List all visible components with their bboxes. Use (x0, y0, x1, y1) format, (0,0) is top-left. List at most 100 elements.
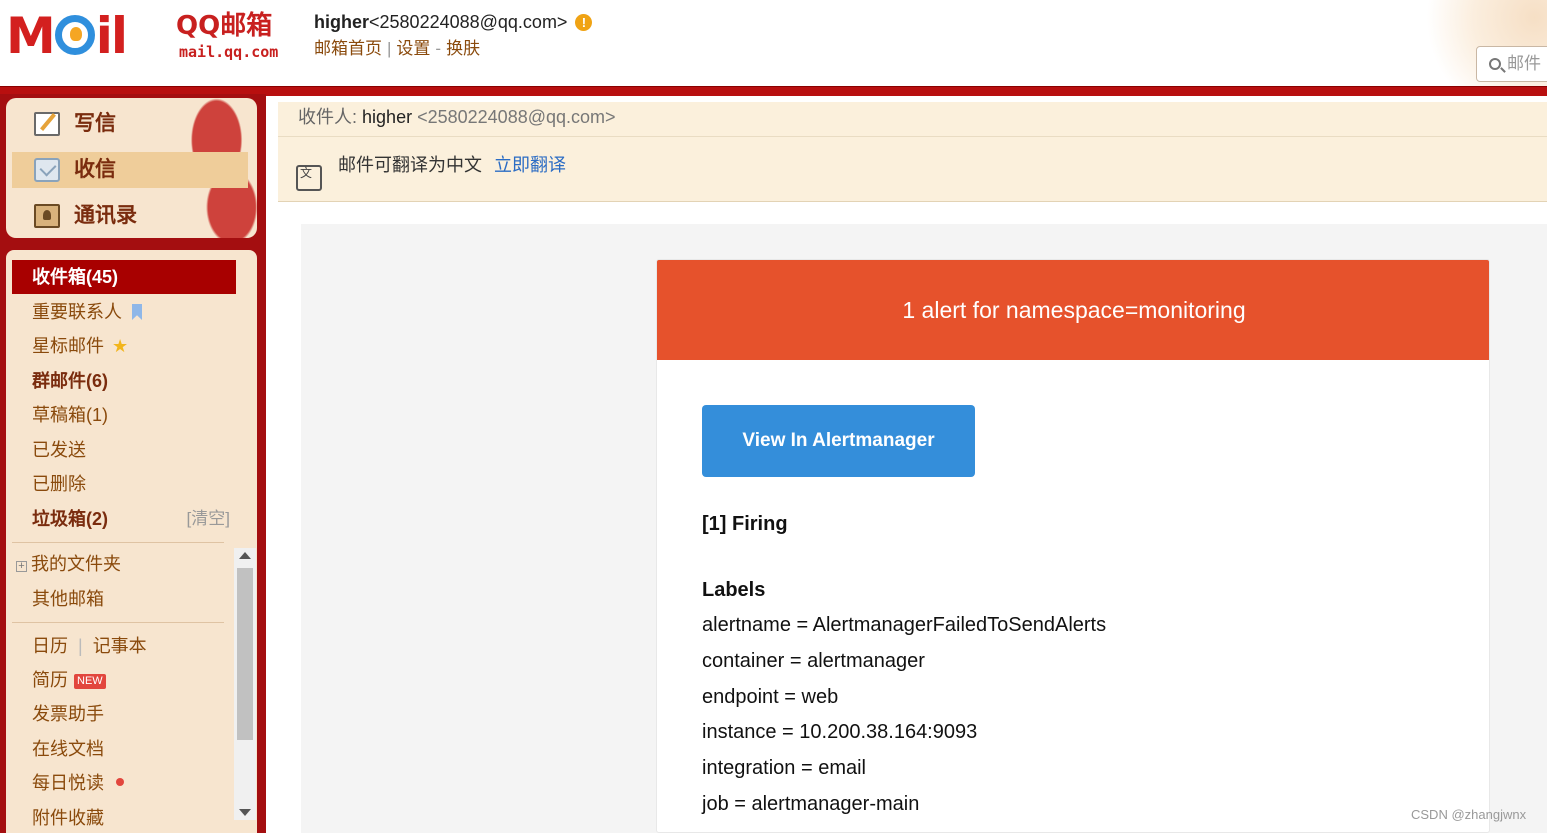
logo-domain-text: mail.qq.com (179, 43, 279, 61)
folder-divider (12, 622, 224, 623)
app-invoice-assistant[interactable]: 发票助手 (12, 697, 236, 731)
contacts-icon (34, 204, 60, 228)
app-daily-reading[interactable]: 每日悦读 (12, 766, 236, 800)
folder-label: 星标邮件 (32, 336, 104, 356)
account-email: <2580224088@qq.com> (369, 12, 568, 32)
folder-label: 重要联系人 (32, 302, 122, 322)
folder-my-folders[interactable]: + 我的文件夹 (12, 547, 236, 581)
contacts-button[interactable]: 通讯录 (12, 198, 248, 234)
app-calendar-notes: 日历 | 记事本 (12, 629, 236, 663)
alert-title-banner: 1 alert for namespace=monitoring (657, 260, 1489, 360)
folder-divider (12, 542, 224, 543)
receive-label: 收信 (74, 158, 116, 181)
folder-label: 已删除 (32, 474, 86, 494)
receive-button[interactable]: 收信 (12, 152, 248, 188)
skin-link[interactable]: 换肤 (446, 39, 480, 58)
translate-text: 邮件可翻译为中文 (338, 155, 482, 175)
folder-inbox[interactable]: 收件箱(45) (12, 260, 236, 294)
folder-sent[interactable]: 已发送 (12, 433, 236, 467)
settings-link[interactable]: 设置 (396, 39, 430, 58)
top-header: Mil QQ邮箱 mail.qq.com higher<2580224088@q… (0, 0, 1547, 88)
folder-starred[interactable]: 星标邮件 ★ (12, 329, 236, 363)
translate-bar: 文邮件可翻译为中文 立即翻译 (296, 152, 566, 191)
mail-reading-pane: 收件人: higher <2580224088@qq.com> 文邮件可翻译为中… (266, 96, 1547, 833)
sidebar: 写信 收信 通讯录 收件箱(45) 重要联系人 星标邮件 ★ 群邮件(6) 草稿箱… (0, 94, 266, 833)
folder-panel: 收件箱(45) 重要联系人 星标邮件 ★ 群邮件(6) 草稿箱(1) 已发送 已删… (6, 250, 257, 833)
notepad-link[interactable]: 记事本 (93, 636, 147, 656)
top-nav: 邮箱首页 | 设置 - 换肤 (314, 37, 480, 61)
label-item: container = alertmanager (702, 650, 925, 672)
bookmark-icon (132, 304, 142, 320)
folder-group-mail[interactable]: 群邮件(6) (12, 364, 236, 398)
envelope-icon (34, 158, 60, 182)
mail-home-link[interactable]: 邮箱首页 (314, 39, 382, 58)
view-in-alertmanager-button[interactable]: View In Alertmanager (702, 405, 975, 477)
label-item: instance = 10.200.38.164:9093 (702, 721, 978, 743)
folder-label: 其他邮箱 (32, 589, 104, 609)
folder-label: 发票助手 (32, 704, 104, 724)
translate-icon: 文 (296, 165, 322, 191)
app-resume[interactable]: 简历 NEW (12, 663, 236, 697)
label-item: endpoint = web (702, 686, 839, 708)
search-input[interactable]: 邮件 (1476, 46, 1547, 82)
folder-vip-contacts[interactable]: 重要联系人 (12, 295, 236, 329)
folder-label: 草稿箱(1) (32, 405, 108, 425)
primary-nav-panel: 写信 收信 通讯录 (6, 98, 257, 238)
warning-icon[interactable]: ! (575, 14, 593, 31)
folder-other-mailboxes[interactable]: 其他邮箱 (12, 582, 236, 616)
folder-label: 收件箱(45) (32, 267, 119, 287)
label-item: job = alertmanager-main (702, 793, 920, 815)
folder-label: 我的文件夹 (31, 554, 121, 574)
logo-o-icon (54, 15, 95, 55)
unread-dot (116, 778, 124, 786)
firing-heading: [1] Firing (702, 513, 788, 535)
scroll-down-arrow-icon[interactable] (239, 809, 251, 816)
mail-header: 收件人: higher <2580224088@qq.com> 文邮件可翻译为中… (278, 102, 1547, 202)
recipient-label: 收件人: (298, 107, 358, 127)
expand-icon[interactable]: + (16, 561, 27, 572)
folder-drafts[interactable]: 草稿箱(1) (12, 398, 236, 432)
calendar-link[interactable]: 日历 (32, 636, 68, 656)
folder-spam[interactable]: 垃圾箱(2) [清空] (12, 502, 236, 536)
star-icon: ★ (112, 336, 129, 356)
search-placeholder: 邮件 (1507, 54, 1541, 73)
search-icon (1489, 58, 1501, 70)
app-online-docs[interactable]: 在线文档 (12, 732, 236, 766)
alert-email-card: 1 alert for namespace=monitoring View In… (656, 259, 1490, 833)
compose-icon (34, 112, 60, 136)
folder-label: 群邮件(6) (32, 371, 108, 391)
label-item: alertname = AlertmanagerFailedToSendAler… (702, 614, 1107, 636)
folder-label: 简历 (32, 670, 68, 690)
folder-label: 垃圾箱(2) (32, 509, 108, 529)
contacts-label: 通讯录 (74, 204, 137, 227)
compose-button[interactable]: 写信 (12, 106, 248, 142)
folder-label: 每日悦读 (32, 773, 104, 793)
logo-qq-text: QQ邮箱 (176, 11, 273, 41)
account-name: higher (314, 12, 370, 32)
logo-mail-text: Mil (6, 7, 128, 65)
recipient-email: <2580224088@qq.com> (417, 107, 616, 127)
translate-now-link[interactable]: 立即翻译 (494, 155, 566, 175)
account-line: higher<2580224088@qq.com>! (314, 10, 593, 34)
label-item: integration = email (702, 757, 866, 779)
compose-label: 写信 (74, 112, 116, 135)
recipient-line: 收件人: higher <2580224088@qq.com> (298, 104, 616, 130)
folder-label: 附件收藏 (32, 808, 104, 828)
folder-label: 在线文档 (32, 739, 104, 759)
folder-label: 已发送 (32, 440, 86, 460)
link-separator: | (78, 636, 83, 656)
empty-spam-link[interactable]: [清空] (187, 502, 230, 536)
header-separator (278, 136, 1547, 137)
app-attachment-favorites[interactable]: 附件收藏 (12, 801, 236, 833)
labels-heading: Labels (702, 579, 766, 601)
folder-deleted[interactable]: 已删除 (12, 467, 236, 501)
sidebar-scrollbar[interactable] (234, 548, 256, 820)
scroll-up-arrow-icon[interactable] (239, 552, 251, 559)
nav-separator: - (435, 39, 442, 58)
nav-separator: | (387, 39, 392, 58)
qq-mail-logo[interactable]: Mil QQ邮箱 mail.qq.com (6, 8, 286, 68)
scroll-thumb[interactable] (237, 568, 253, 740)
csdn-watermark: CSDN @zhangjwnx (1411, 807, 1527, 822)
recipient-name[interactable]: higher (362, 107, 412, 127)
new-badge: NEW (74, 674, 106, 689)
